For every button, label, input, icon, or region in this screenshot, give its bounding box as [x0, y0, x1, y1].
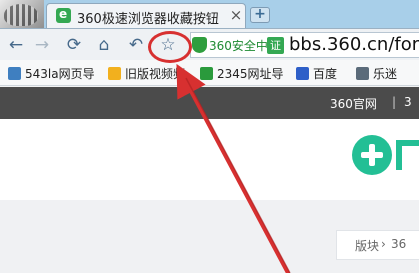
site-icon: [200, 67, 213, 80]
folder-icon: [8, 67, 21, 80]
close-icon[interactable]: ×: [229, 7, 243, 23]
certificate-badge[interactable]: 证: [267, 37, 284, 54]
home-icon[interactable]: ⌂: [92, 33, 116, 57]
breadcrumb-section[interactable]: 版块: [355, 237, 379, 254]
bookmark-item[interactable]: 旧版视频频: [108, 65, 185, 81]
browser-window: 360极速浏览器收藏按钮 × + ← → ⟳ ⌂ ↶ ☆ 360安全中心 证 b…: [0, 0, 419, 273]
breadcrumb: 版块 › 36: [336, 230, 419, 260]
forward-icon[interactable]: →: [30, 33, 54, 57]
bookmark-item[interactable]: 百度: [296, 65, 337, 81]
site-link[interactable]: 3: [404, 95, 412, 109]
tab-title: 360极速浏览器收藏按钮: [77, 12, 219, 25]
tab-active[interactable]: 360极速浏览器收藏按钮 ×: [46, 3, 246, 28]
url-text[interactable]: bbs.360.cn/foru: [289, 34, 419, 55]
bookmark-item[interactable]: 乐迷: [356, 65, 397, 81]
tab-strip: 360极速浏览器收藏按钮 × +: [0, 0, 419, 30]
folder-icon: [356, 67, 369, 80]
site-favicon-icon: [56, 7, 71, 23]
official-site-link[interactable]: 360官网: [330, 95, 377, 112]
browser-logo[interactable]: [0, 0, 44, 30]
folder-icon: [108, 67, 121, 80]
breadcrumb-separator: ›: [381, 237, 386, 251]
undo-icon[interactable]: ↶: [124, 33, 148, 57]
bookmark-item[interactable]: 2345网址导: [200, 65, 284, 81]
forum-logo-icon[interactable]: [352, 135, 392, 175]
address-bar[interactable]: 360安全中心 证 bbs.360.cn/foru: [190, 32, 419, 58]
bookmark-item[interactable]: 543la网页导: [8, 65, 95, 81]
breadcrumb-item[interactable]: 36: [391, 237, 406, 251]
paw-icon: [296, 67, 309, 80]
bookmarks-bar: 543la网页导 旧版视频频 2345网址导 百度 乐迷: [0, 60, 419, 86]
navigation-toolbar: ← → ⟳ ⌂ ↶ ☆ 360安全中心 证 bbs.360.cn/foru: [0, 28, 419, 60]
site-top-bar: 360官网 | 3: [0, 87, 419, 119]
forum-logo-extension: [396, 140, 419, 170]
refresh-icon[interactable]: ⟳: [62, 33, 86, 57]
new-tab-button[interactable]: +: [250, 7, 270, 23]
back-icon[interactable]: ←: [4, 33, 28, 57]
security-shield-icon: [192, 37, 207, 53]
separator: |: [392, 95, 397, 109]
annotation-circle: [148, 31, 192, 63]
